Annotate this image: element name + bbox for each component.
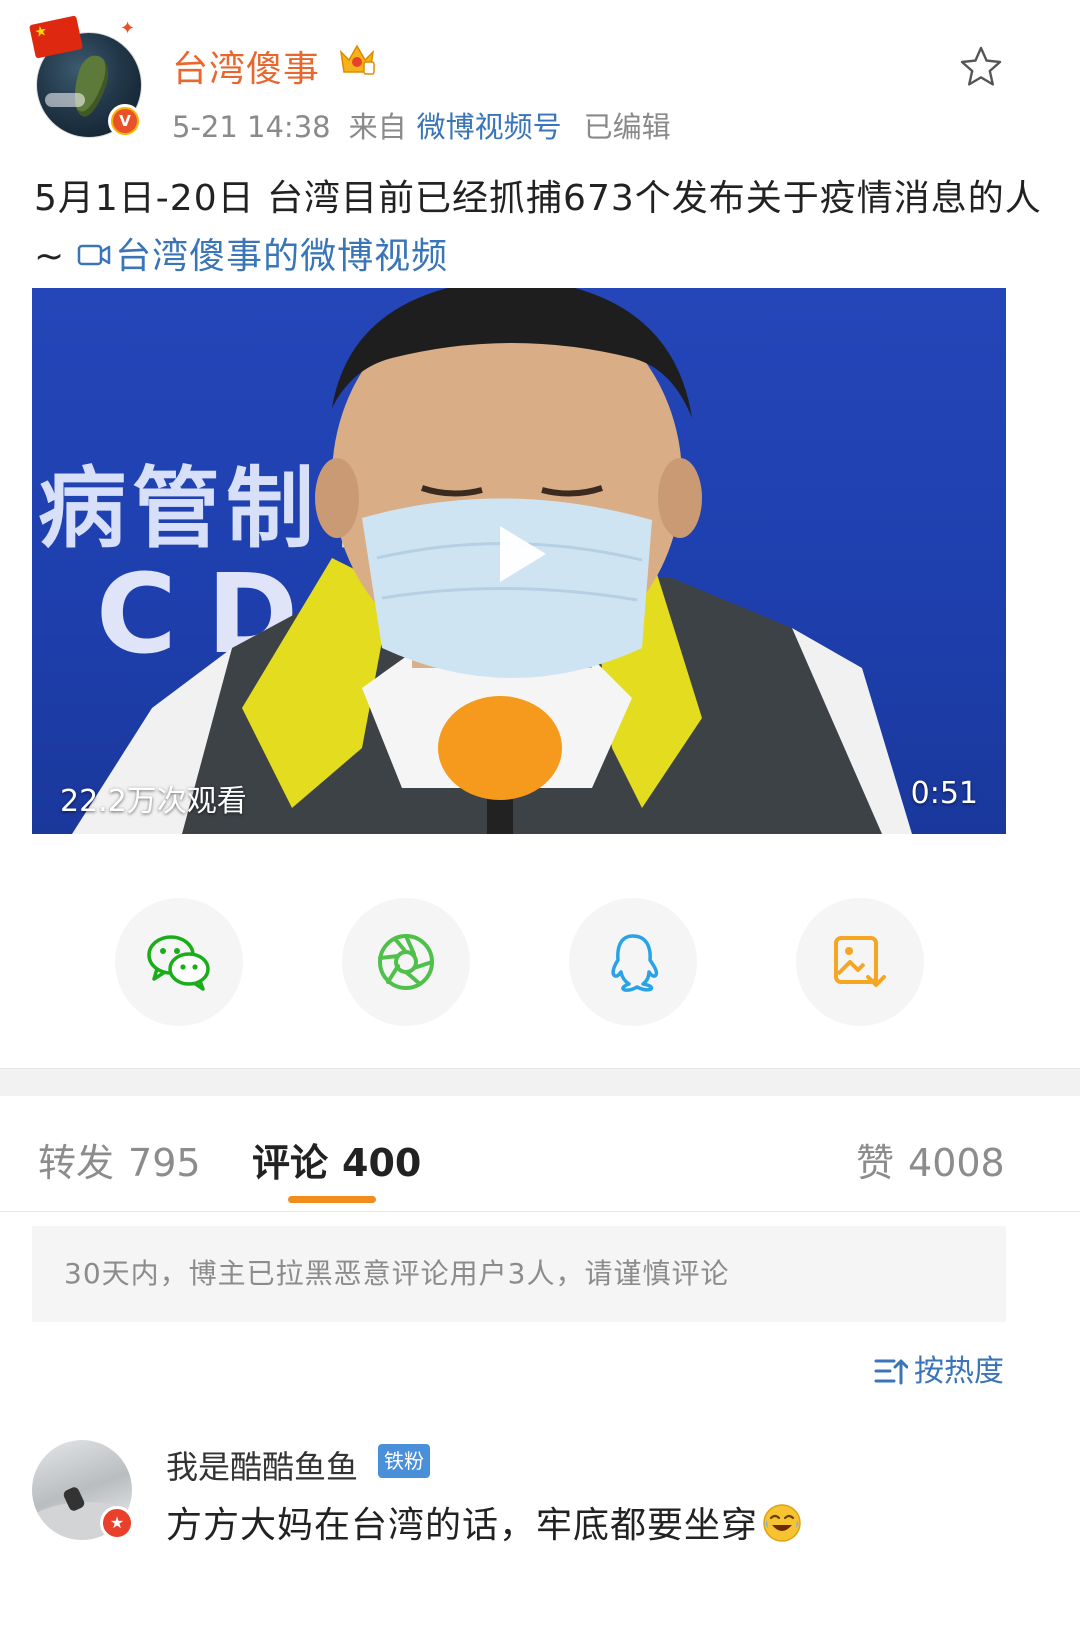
edited-label: 已编辑 xyxy=(583,110,671,144)
star-favorite-icon[interactable] xyxy=(958,44,1004,90)
video-camera-icon xyxy=(77,244,111,266)
tab-like-count: 4008 xyxy=(908,1141,1005,1185)
post-header: ★ ✦ V 台湾傻事 5-21 14:38 来自 微博视频号 已编辑 xyxy=(0,0,1080,160)
commenter-avatar[interactable]: ★ xyxy=(32,1440,134,1542)
author-avatar[interactable]: ★ ✦ V xyxy=(28,15,144,140)
share-moments-button[interactable] xyxy=(342,898,470,1026)
avatar-island-shape xyxy=(66,51,114,121)
tab-repost-count: 795 xyxy=(128,1141,201,1185)
active-tab-indicator xyxy=(288,1196,376,1203)
verified-badge-icon: V xyxy=(108,104,142,138)
tab-comment-label: 评论 xyxy=(252,1141,329,1185)
tab-repost[interactable]: 转发 795 xyxy=(38,1132,201,1187)
author-name[interactable]: 台湾傻事 xyxy=(172,40,320,92)
video-link-label: 台湾傻事的微博视频 xyxy=(115,236,449,277)
video-link[interactable]: 台湾傻事的微博视频 xyxy=(65,236,448,277)
post-time: 5-21 14:38 xyxy=(172,110,331,144)
sort-by-hot-button[interactable]: 按热度 xyxy=(874,1346,1004,1390)
fan-tag-badge: 铁粉 xyxy=(378,1444,430,1478)
tab-comment[interactable]: 评论 400 xyxy=(252,1132,421,1187)
post-text: 5月1日-20日 台湾目前已经抓捕673个发布关于疫情消息的人 ~ 台湾傻事的微博… xyxy=(34,170,1044,286)
video-view-count: 22.2万次观看 xyxy=(60,784,247,819)
from-label: 来自 xyxy=(348,110,407,144)
tab-like-label: 赞 xyxy=(856,1141,895,1185)
comment-text: 方方大妈在台湾的话，牢底都要坐穿 xyxy=(166,1496,802,1551)
member-badge-icon: ★ xyxy=(100,1506,134,1540)
tab-comment-count: 400 xyxy=(342,1141,422,1185)
interaction-tabs: 转发 795 评论 400 赞 4008 xyxy=(0,1096,1080,1212)
share-qq-button[interactable] xyxy=(569,898,697,1026)
post-source-link[interactable]: 微博视频号 xyxy=(417,110,562,144)
sparkle-icon: ✦ xyxy=(120,18,136,39)
comment-item: ★ 我是酷酷鱼鱼 铁粉 方方大妈在台湾的话，牢底都要坐穿 xyxy=(0,1420,1080,1632)
moments-icon xyxy=(378,934,434,990)
avatar-cloud-shape xyxy=(45,93,85,107)
sort-icon xyxy=(874,1359,909,1384)
crown-vip-icon xyxy=(339,44,375,75)
tab-repost-label: 转发 xyxy=(38,1141,115,1185)
save-image-button[interactable] xyxy=(796,898,924,1026)
wechat-icon xyxy=(147,935,210,991)
commenter-name[interactable]: 我是酷酷鱼鱼 xyxy=(166,1442,358,1488)
video-duration: 0:51 xyxy=(910,776,978,811)
video-player[interactable]: 病管制署 CDC 22.2万次观看 0:51 xyxy=(32,288,1006,834)
qq-icon xyxy=(611,934,659,992)
laughing-tears-emoji-icon xyxy=(763,1504,801,1542)
share-row xyxy=(0,898,1080,1028)
post-meta: 5-21 14:38 来自 微博视频号 已编辑 xyxy=(172,104,671,146)
comment-text-body: 方方大妈在台湾的话，牢底都要坐穿 xyxy=(166,1505,759,1546)
sort-label: 按热度 xyxy=(914,1354,1004,1389)
share-wechat-button[interactable] xyxy=(115,898,243,1026)
tab-like[interactable]: 赞 4008 xyxy=(856,1132,1005,1187)
comment-notice: 30天内，博主已拉黑恶意评论用户3人，请谨慎评论 xyxy=(32,1226,1006,1322)
section-divider xyxy=(0,1068,1080,1096)
save-image-icon xyxy=(834,936,886,987)
play-icon[interactable] xyxy=(482,518,554,590)
